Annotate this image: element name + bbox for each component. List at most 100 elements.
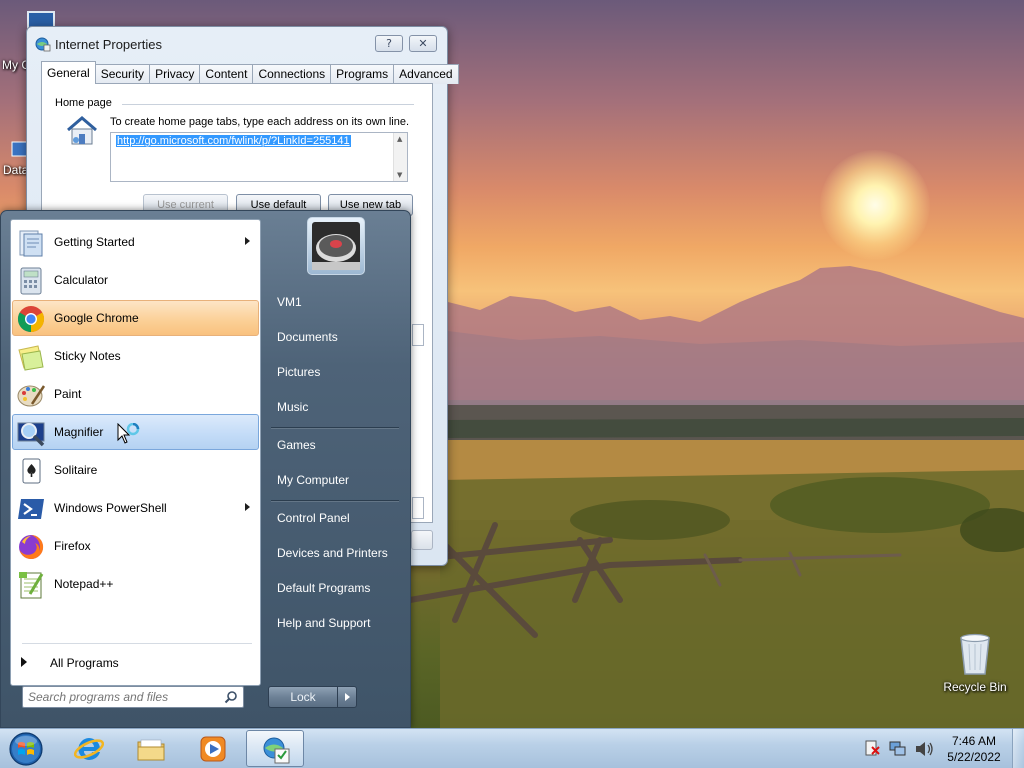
taskbar-windows-explorer[interactable] [122, 730, 180, 767]
mouse-cursor-icon [117, 423, 140, 444]
program-solitaire[interactable]: Solitaire [12, 452, 259, 488]
tab-content[interactable]: Content [199, 64, 254, 84]
window-titlebar[interactable]: Internet Properties ? ✕ [27, 27, 447, 59]
explorer-folder-icon [137, 739, 165, 761]
media-player-icon [200, 736, 226, 762]
program-calculator[interactable]: Calculator [12, 262, 259, 298]
user-avatar-icon [312, 222, 360, 270]
powershell-icon [18, 499, 44, 519]
program-label: Calculator [54, 273, 109, 287]
magnifier-icon [17, 422, 45, 447]
tab-connections[interactable]: Connections [252, 64, 332, 84]
scroll-down-icon[interactable]: ▼ [397, 171, 402, 179]
right-pane-divider [271, 427, 399, 428]
lock-button[interactable]: Lock [268, 686, 338, 708]
all-programs-button[interactable]: All Programs [12, 649, 259, 677]
program-label: Firefox [54, 539, 91, 553]
home-page-description: To create home page tabs, type each addr… [110, 116, 410, 128]
internet-explorer-icon [74, 738, 104, 760]
start-link-documents[interactable]: Documents [267, 323, 403, 351]
start-link-games[interactable]: Games [267, 431, 403, 459]
desktop-icon-recycle-bin[interactable]: Recycle Bin [935, 632, 1015, 694]
recycle-bin-icon [960, 633, 990, 675]
search-box[interactable] [22, 686, 244, 708]
desktop-icon-label: Recycle Bin [943, 680, 1007, 694]
firefox-icon [19, 534, 44, 559]
internet-options-icon [35, 37, 51, 52]
search-icon[interactable] [224, 690, 238, 704]
start-link-music[interactable]: Music [267, 393, 403, 421]
hidden-control [412, 497, 424, 519]
taskbar-clock[interactable]: 7:46 AM 5/22/2022 [944, 733, 1004, 765]
program-getting-started[interactable]: Getting Started [12, 224, 259, 260]
internet-options-icon [263, 737, 290, 764]
start-link-pictures[interactable]: Pictures [267, 358, 403, 386]
volume-icon [916, 742, 933, 756]
textarea-scrollbar[interactable]: ▲ ▼ [393, 133, 407, 181]
help-button[interactable]: ? [375, 35, 403, 52]
start-link-help-and-support[interactable]: Help and Support [267, 609, 403, 637]
taskbar-internet-explorer[interactable] [60, 730, 118, 767]
chrome-icon [17, 306, 45, 333]
program-label: Getting Started [54, 235, 135, 249]
clock-date: 5/22/2022 [947, 750, 1001, 764]
sticky-notes-icon [18, 345, 44, 371]
start-link-user-folder[interactable]: VM1 [267, 288, 403, 316]
program-sticky-notes[interactable]: Sticky Notes [12, 338, 259, 374]
program-label: Notepad++ [54, 577, 114, 591]
submenu-arrow-icon [245, 503, 250, 511]
start-link-devices-and-printers[interactable]: Devices and Printers [267, 539, 403, 567]
network-icon [889, 741, 906, 756]
program-label: Windows PowerShell [54, 501, 167, 515]
window-title: Internet Properties [55, 37, 162, 52]
tab-strip: General Security Privacy Content Connect… [41, 61, 459, 84]
show-desktop-button[interactable] [1012, 729, 1024, 768]
program-label: Paint [54, 387, 82, 401]
search-input[interactable] [28, 689, 218, 705]
user-picture[interactable] [307, 217, 365, 275]
start-button[interactable] [6, 730, 46, 768]
start-link-control-panel[interactable]: Control Panel [267, 504, 403, 532]
solitaire-icon [22, 458, 41, 484]
notepadpp-icon [19, 572, 44, 599]
program-windows-powershell[interactable]: Windows PowerShell [12, 490, 259, 526]
system-tray [865, 740, 933, 756]
paint-icon [17, 385, 46, 407]
tab-security[interactable]: Security [94, 64, 151, 84]
submenu-arrow-icon [245, 237, 250, 245]
desktop-icon-label: Data [3, 163, 29, 177]
start-link-default-programs[interactable]: Default Programs [267, 574, 403, 602]
program-google-chrome[interactable]: Google Chrome [12, 300, 259, 336]
program-notepad-plus-plus[interactable]: Notepad++ [12, 566, 259, 602]
taskbar-media-player[interactable] [184, 730, 242, 767]
program-firefox[interactable]: Firefox [12, 528, 259, 564]
home-page-url-value: http://go.microsoft.com/fwlink/p/?LinkId… [116, 135, 351, 147]
taskbar: 7:46 AM 5/22/2022 [0, 728, 1024, 768]
tab-general[interactable]: General [41, 61, 96, 84]
start-menu-programs-pane: Getting Started Calculator Google Chrome [10, 219, 261, 686]
arrow-right-icon [21, 657, 27, 667]
program-label: Magnifier [54, 425, 104, 439]
program-label: Google Chrome [54, 311, 139, 325]
hidden-control [412, 324, 424, 346]
home-page-url-textarea[interactable]: http://go.microsoft.com/fwlink/p/?LinkId… [110, 132, 408, 182]
program-paint[interactable]: Paint [12, 376, 259, 412]
group-divider [122, 104, 414, 105]
close-button[interactable]: ✕ [409, 35, 437, 52]
power-options-arrow-button[interactable] [337, 686, 357, 708]
scroll-up-icon[interactable]: ▲ [397, 135, 402, 143]
start-menu: Getting Started Calculator Google Chrome [0, 210, 411, 728]
tab-programs[interactable]: Programs [330, 64, 395, 84]
house-icon [67, 116, 97, 145]
tab-privacy[interactable]: Privacy [149, 64, 201, 84]
calculator-icon [20, 267, 42, 295]
action-center-icon [865, 740, 880, 756]
taskbar-internet-properties[interactable] [246, 730, 304, 767]
programs-divider [22, 643, 252, 644]
program-label: Sticky Notes [54, 349, 121, 363]
tab-advanced[interactable]: Advanced [393, 64, 459, 84]
program-label: Solitaire [54, 463, 98, 477]
hidden-dialog-button [411, 530, 433, 550]
start-link-my-computer[interactable]: My Computer [267, 466, 403, 494]
clock-time: 7:46 AM [951, 734, 997, 748]
